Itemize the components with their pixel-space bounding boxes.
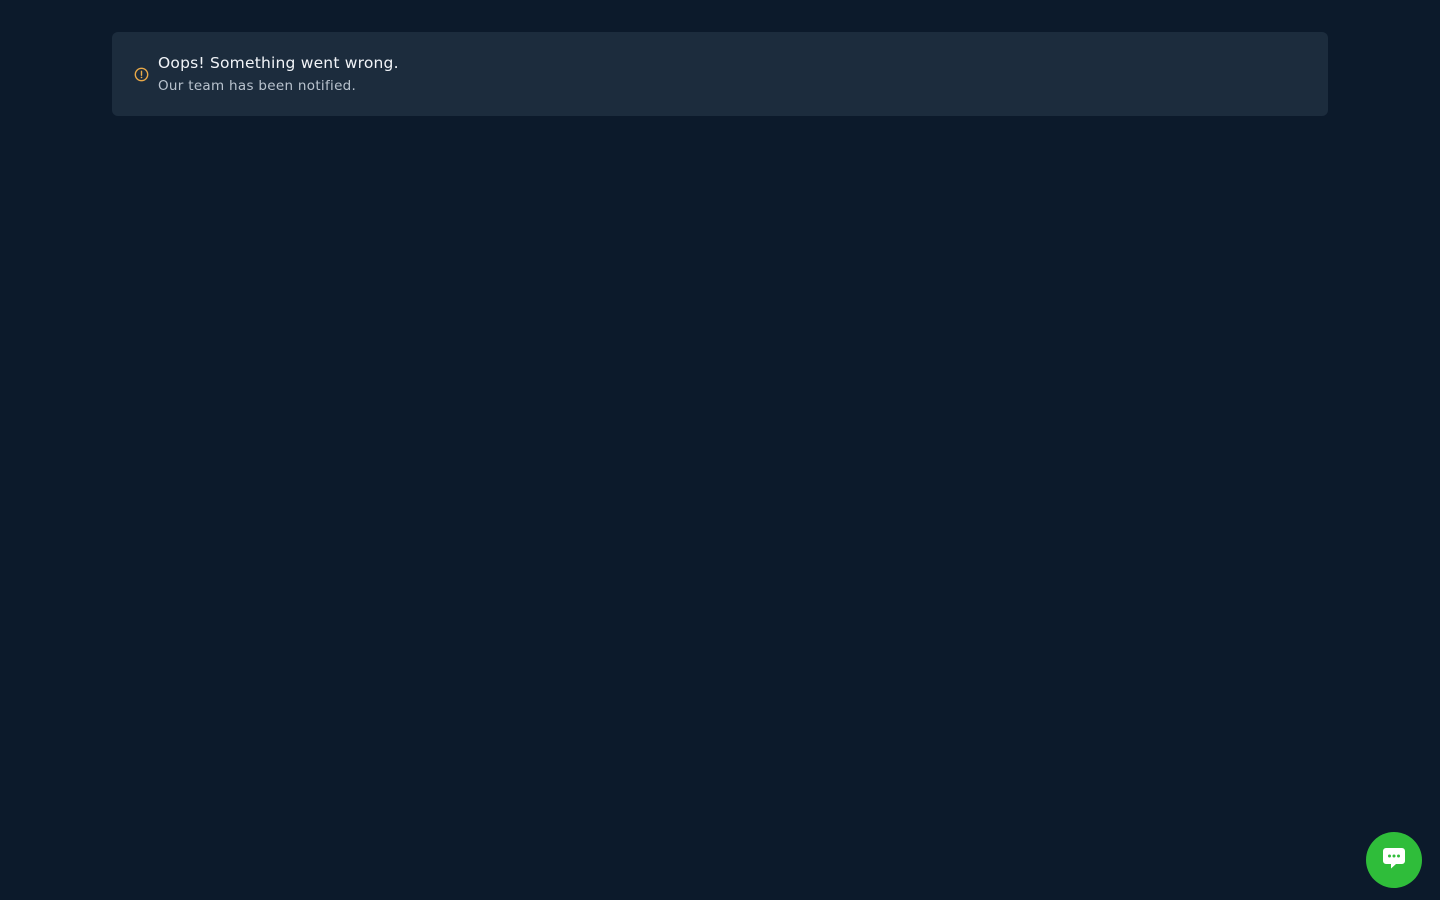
alert-subtitle: Our team has been notified. <box>158 78 357 94</box>
page: Oops! Something went wrong. Our team has… <box>0 0 1440 900</box>
chat-widget-button[interactable] <box>1366 832 1422 888</box>
alert-text: Oops! Something went wrong. Our team has… <box>158 53 399 95</box>
error-alert: Oops! Something went wrong. Our team has… <box>112 32 1328 116</box>
chat-bubble-icon <box>1381 845 1407 875</box>
warning-circle-icon <box>134 67 149 82</box>
alert-title: Oops! Something went wrong. <box>158 54 399 72</box>
